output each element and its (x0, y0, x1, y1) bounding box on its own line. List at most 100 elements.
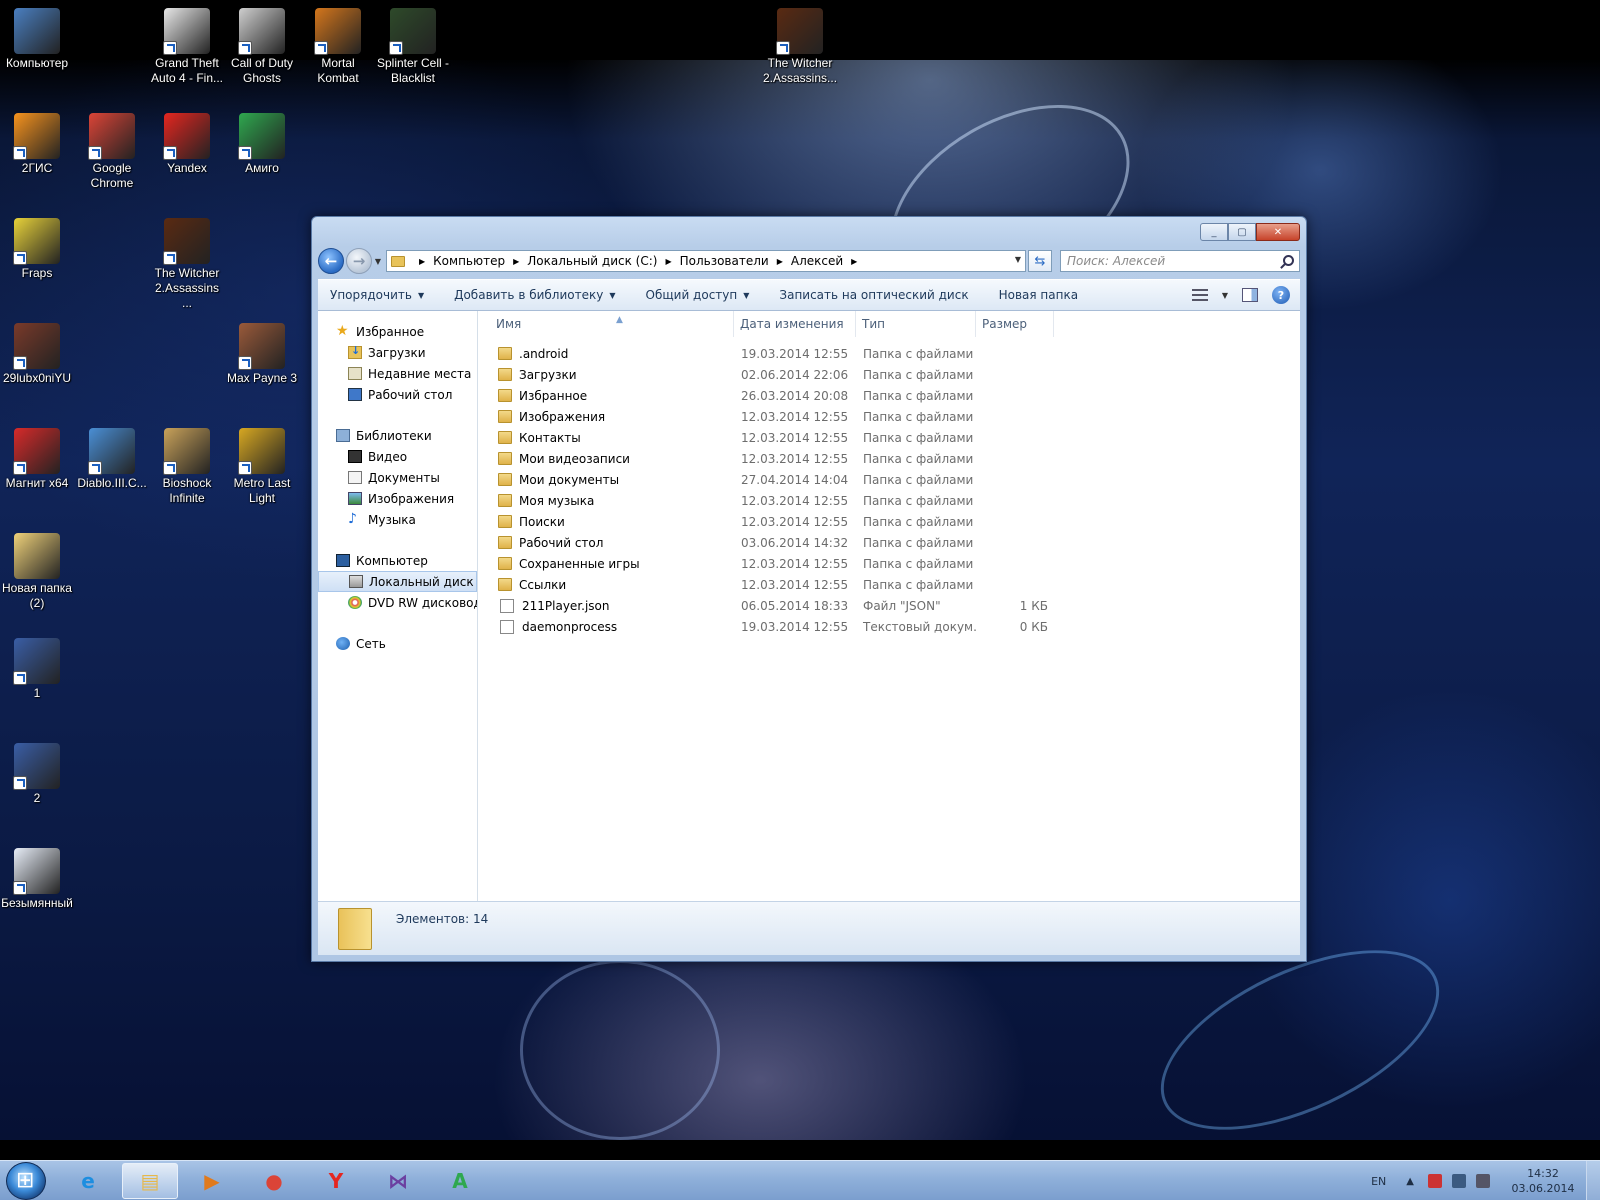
desktop-icon-item[interactable]: Mortal Kombat (301, 8, 375, 86)
file-list[interactable]: Имя ▲ Дата изменения Тип Размер .android 1… (478, 311, 1300, 901)
add-to-library-button[interactable]: Добавить в библиотеку ▼ (454, 288, 615, 302)
nav-downloads[interactable]: Загрузки (318, 342, 477, 363)
forward-button[interactable]: → (346, 248, 372, 274)
breadcrumb-alexey[interactable]: Алексей ▶ (791, 254, 865, 268)
file-row[interactable]: Моя музыка 12.03.2014 12:55 Папка с файлам… (478, 490, 1078, 511)
clock[interactable]: 14:32 03.06.2014 (1500, 1166, 1586, 1196)
address-bar[interactable]: ▶ Компьютер ▶ Локальный диск (C:) ▶ Пользо… (386, 250, 1026, 272)
desktop-icon-item[interactable]: Компьютер (0, 8, 74, 71)
file-row[interactable]: daemonprocess 19.03.2014 12:55 Текстовый д… (478, 616, 1078, 637)
volume-icon[interactable] (1476, 1174, 1490, 1188)
shortcut-icon (88, 113, 135, 160)
taskbar-visual-studio-button[interactable]: ⋈ (370, 1163, 426, 1199)
file-row[interactable]: 211Player.json 06.05.2014 18:33 Файл "JSON… (478, 595, 1078, 616)
file-size: 0 КБ (1019, 619, 1048, 634)
taskbar-media-player-button[interactable]: ▶ (184, 1163, 240, 1199)
desktop-icon-item[interactable]: Splinter Cell - Blacklist (376, 8, 450, 86)
back-button[interactable]: ← (318, 248, 344, 274)
explorer-window[interactable]: _ ▢ ✕ ← → ▼ ▶ Компьютер ▶ Локальный диск … (311, 216, 1307, 962)
file-row[interactable]: .android 19.03.2014 12:55 Папка с файлами (478, 343, 1078, 364)
desktop-icon-item[interactable]: Diablo.III.C... (75, 428, 149, 491)
file-row[interactable]: Контакты 12.03.2014 12:55 Папка с файлами (478, 427, 1078, 448)
share-button[interactable]: Общий доступ ▼ (646, 288, 750, 302)
taskbar-explorer-button[interactable]: ▤ (122, 1163, 178, 1199)
start-button[interactable] (6, 1162, 46, 1200)
language-indicator[interactable]: EN (1371, 1175, 1386, 1188)
recent-pages-dropdown[interactable]: ▼ (372, 257, 384, 266)
column-header-type[interactable]: Тип (856, 311, 976, 337)
desktop-icon-item[interactable]: Yandex (150, 113, 224, 176)
desktop-icon-item[interactable]: Новая папка (2) (0, 533, 74, 611)
nav-libraries[interactable]: Библиотеки (318, 425, 477, 446)
breadcrumb-root-arrow[interactable]: ▶ (411, 257, 433, 266)
file-row[interactable]: Ссылки 12.03.2014 12:55 Папка с файлами (478, 574, 1078, 595)
nav-pictures[interactable]: Изображения (318, 488, 477, 509)
caption-buttons: _ ▢ ✕ (1200, 223, 1300, 241)
desktop-icon-item[interactable]: Google Chrome (75, 113, 149, 191)
nav-video[interactable]: Видео (318, 446, 477, 467)
refresh-button[interactable]: ⇆ (1028, 250, 1052, 272)
maximize-button[interactable]: ▢ (1228, 223, 1256, 241)
close-button[interactable]: ✕ (1256, 223, 1300, 241)
file-row[interactable]: Мои видеозаписи 12.03.2014 12:55 Папка с ф… (478, 448, 1078, 469)
nav-network[interactable]: Сеть (318, 633, 477, 654)
nav-recent-places[interactable]: Недавние места (318, 363, 477, 384)
breadcrumb-computer[interactable]: Компьютер ▶ (433, 254, 527, 268)
file-row[interactable]: Рабочий стол 03.06.2014 14:32 Папка с файл… (478, 532, 1078, 553)
desktop-icon-item[interactable]: 2 (0, 743, 74, 806)
column-header-name[interactable]: Имя ▲ (478, 311, 734, 337)
desktop-icon-item[interactable]: Безымянный (0, 848, 74, 911)
desktop-icon-item[interactable]: Call of Duty Ghosts (225, 8, 299, 86)
file-row[interactable]: Изображения 12.03.2014 12:55 Папка с файла… (478, 406, 1078, 427)
minimize-button[interactable]: _ (1200, 223, 1228, 241)
show-hidden-icons-icon[interactable]: ▲ (1406, 1176, 1414, 1187)
search-input[interactable]: Поиск: Алексей (1060, 250, 1300, 272)
action-center-icon[interactable] (1428, 1174, 1442, 1188)
folder-icon (498, 347, 512, 360)
nav-favorites[interactable]: ★ Избранное (318, 321, 477, 342)
desktop-icon-item[interactable]: 2ГИС (0, 113, 74, 176)
desktop-icon-item[interactable]: The Witcher 2.Assassins... (763, 8, 837, 86)
desktop-icon-item[interactable]: 1 (0, 638, 74, 701)
search-icon[interactable] (1283, 255, 1294, 266)
desktop-icon-item[interactable]: 29lubx0niYU (0, 323, 74, 386)
desktop-icon-item[interactable]: The Witcher 2.Assassins ... (150, 218, 224, 311)
desktop-icon-item[interactable]: Grand Theft Auto 4 - Fin... (150, 8, 224, 86)
desktop-icon-item[interactable]: Bioshock Infinite (150, 428, 224, 506)
address-dropdown-icon[interactable]: ▼ (1015, 255, 1021, 264)
views-icon[interactable] (1191, 289, 1208, 301)
file-row[interactable]: Загрузки 02.06.2014 22:06 Папка с файлами (478, 364, 1078, 385)
network-tray-icon[interactable] (1452, 1174, 1466, 1188)
nav-local-disk[interactable]: Локальный диск (C (318, 571, 477, 592)
taskbar-yandex-button[interactable]: Y (308, 1163, 364, 1199)
file-row[interactable]: Поиски 12.03.2014 12:55 Папка с файлами (478, 511, 1078, 532)
nav-dvd-drive[interactable]: DVD RW дисковод ( (318, 592, 477, 613)
taskbar-internet-explorer-button[interactable]: e (60, 1163, 116, 1199)
burn-button[interactable]: Записать на оптический диск (779, 288, 968, 302)
desktop-icon-item[interactable]: Max Payne 3 (225, 323, 299, 386)
file-row[interactable]: Избранное 26.03.2014 20:08 Папка с файлами (478, 385, 1078, 406)
file-row[interactable]: Мои документы 27.04.2014 14:04 Папка с фай… (478, 469, 1078, 490)
column-header-date[interactable]: Дата изменения (734, 311, 856, 337)
new-folder-button[interactable]: Новая папка (999, 288, 1078, 302)
taskbar-amigo-button[interactable]: A (432, 1163, 488, 1199)
desktop-icon-item[interactable]: Metro Last Light (225, 428, 299, 506)
desktop-icon-item[interactable]: Магнит x64 (0, 428, 74, 491)
nav-computer[interactable]: Компьютер (318, 550, 477, 571)
breadcrumb-users[interactable]: Пользователи ▶ (680, 254, 791, 268)
desktop-icon-item[interactable]: Амиго (225, 113, 299, 176)
shortcut-icon (238, 113, 285, 160)
taskbar-chrome-button[interactable]: ● (246, 1163, 302, 1199)
views-dropdown-icon[interactable]: ▼ (1222, 291, 1228, 300)
show-desktop-button[interactable] (1586, 1161, 1600, 1200)
nav-desktop[interactable]: Рабочий стол (318, 384, 477, 405)
nav-music[interactable]: ♪ Музыка (318, 509, 477, 530)
help-icon[interactable]: ? (1272, 286, 1290, 304)
organize-button[interactable]: Упорядочить ▼ (330, 288, 424, 302)
desktop-icon-item[interactable]: Fraps (0, 218, 74, 281)
nav-documents[interactable]: Документы (318, 467, 477, 488)
breadcrumb-local-disk[interactable]: Локальный диск (C:) ▶ (527, 254, 679, 268)
file-row[interactable]: Сохраненные игры 12.03.2014 12:55 Папка с … (478, 553, 1078, 574)
column-header-size[interactable]: Размер (976, 311, 1054, 337)
preview-pane-icon[interactable] (1242, 288, 1258, 302)
